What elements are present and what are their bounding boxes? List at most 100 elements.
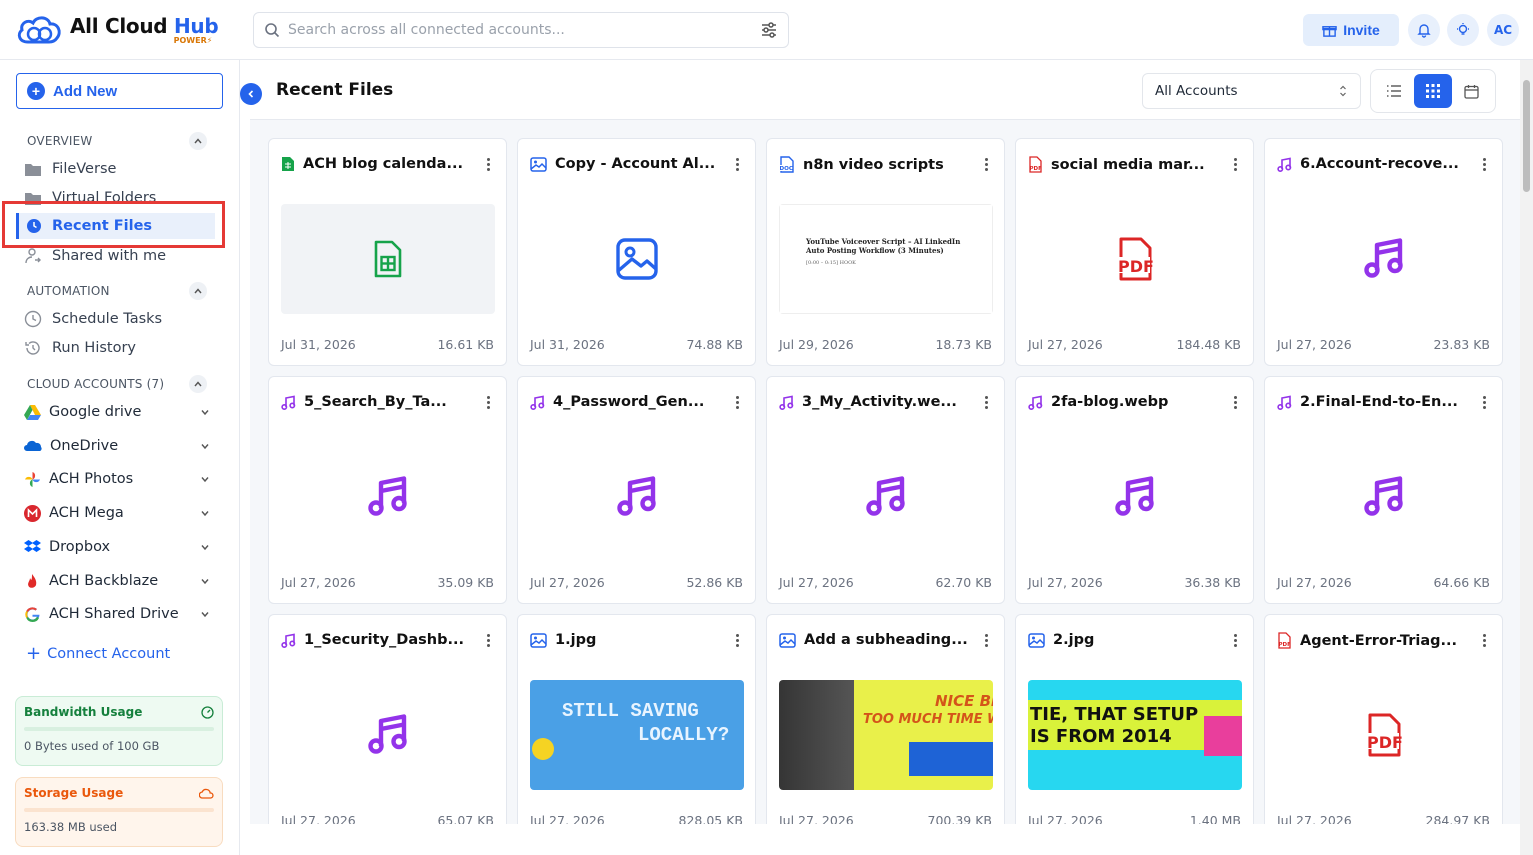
file-card[interactable]: 2.Final-End-to-En... Jul 27, 2026 64.66 KB [1264,376,1503,604]
file-name: 2.Final-End-to-En... [1300,394,1458,410]
file-card[interactable]: ACH blog calenda... Jul 31, 2026 16.61 KB [268,138,507,366]
file-card[interactable]: PDF social media mar... PDF Jul 27, 2026 184… [1015,138,1254,366]
file-name: 2fa-blog.webp [1051,394,1169,410]
file-card[interactable]: 1_Security_Dashb... Jul 27, 2026 65.07 KB [268,614,507,825]
bell-icon [1417,24,1431,38]
notifications-button[interactable] [1408,14,1440,46]
chevron-up-icon[interactable] [189,375,207,393]
more-options-icon[interactable] [729,395,745,409]
more-options-icon[interactable] [480,157,496,171]
chevron-up-icon[interactable] [189,132,207,150]
overview-section-header[interactable]: OVERVIEW [27,132,207,150]
chevron-down-icon[interactable] [200,441,210,451]
file-preview [281,204,495,314]
account-filter-select[interactable]: All Accounts [1142,73,1361,109]
account-ach-shared-drive[interactable]: ACH Shared Drive [24,601,210,627]
file-date: Jul 27, 2026 [779,575,854,590]
file-card[interactable]: Copy - Account Al... Jul 31, 2026 74.88 KB [517,138,756,366]
account-dropbox[interactable]: Dropbox [24,534,210,560]
more-options-icon[interactable] [480,395,496,409]
more-options-icon[interactable] [1227,395,1243,409]
file-card[interactable]: 1.jpg STILL SAVING LOCALLY? Jul 27, 2026 828… [517,614,756,825]
more-options-icon[interactable] [1476,395,1492,409]
more-options-icon[interactable] [1476,157,1492,171]
account-onedrive[interactable]: OneDrive [24,433,210,459]
account-ach-backblaze[interactable]: ACH Backblaze [24,568,210,594]
vertical-scrollbar[interactable] [1520,60,1533,855]
list-view-button[interactable] [1375,74,1413,108]
file-card[interactable]: 2.jpg TIE, THAT SETUP IS FROM 2014 Jul 27, … [1015,614,1254,825]
invite-button[interactable]: Invite [1303,14,1399,46]
more-options-icon[interactable] [480,633,496,647]
pdf-icon: PDF [1028,156,1043,173]
theme-toggle-button[interactable] [1447,14,1479,46]
spreadsheet-icon [281,156,295,172]
sidebar-item-label: FileVerse [52,161,117,177]
file-card[interactable]: Add a subheading... NICE BIO TOO MUCH TIME… [766,614,1005,825]
file-card[interactable]: 3_My_Activity.we... Jul 27, 2026 62.70 KB [766,376,1005,604]
chevron-down-icon[interactable] [200,576,210,586]
search-input[interactable] [288,22,760,38]
file-card[interactable]: 2fa-blog.webp Jul 27, 2026 36.38 KB [1015,376,1254,604]
more-options-icon[interactable] [978,633,994,647]
user-avatar[interactable]: AC [1487,14,1519,46]
connect-account-link[interactable]: + Connect Account [26,645,170,663]
more-options-icon[interactable] [978,395,994,409]
sidebar-item-fileverse[interactable]: FileVerse [24,156,214,182]
file-card[interactable]: DOC n8n video scripts YouTube Voiceover Sc… [766,138,1005,366]
automation-section-header[interactable]: AUTOMATION [27,282,207,300]
account-label: ACH Mega [49,505,124,521]
app-logo[interactable]: All Cloud Hub POWER⚡ [14,12,219,48]
file-card[interactable]: 5_Search_By_Ta... Jul 27, 2026 35.09 KB [268,376,507,604]
scrollbar-thumb[interactable] [1523,80,1530,192]
top-bar: All Cloud Hub POWER⚡ Invite [0,0,1533,60]
file-card[interactable]: PDF Agent-Error-Triag... PDF Jul 27, 2026 28… [1264,614,1503,825]
file-card[interactable]: 4_Password_Gen... Jul 27, 2026 52.86 KB [517,376,756,604]
more-options-icon[interactable] [1476,634,1492,647]
music-note-icon [1364,476,1404,518]
music-note-icon [779,395,794,410]
chevron-down-icon[interactable] [200,542,210,552]
file-card-footer: Jul 29, 2026 18.73 KB [779,337,992,352]
file-name: 2.jpg [1053,632,1095,648]
smiley-icon [532,738,554,760]
grid-view-button[interactable] [1413,74,1452,108]
more-options-icon[interactable] [1227,633,1243,647]
chevron-down-icon[interactable] [200,474,210,484]
account-ach-photos[interactable]: ACH Photos [24,466,210,492]
svg-text:PDF: PDF [1030,166,1043,172]
more-options-icon[interactable] [729,157,745,171]
grid-icon [1425,84,1440,98]
sidebar-item-run-history[interactable]: Run History [24,335,214,361]
invite-label: Invite [1343,22,1380,38]
sidebar-item-schedule-tasks[interactable]: Schedule Tasks [24,306,214,332]
account-google-drive[interactable]: Google drive [24,399,210,425]
more-options-icon[interactable] [1227,158,1243,171]
sidebar-item-shared-with-me[interactable]: Shared with me [24,243,214,269]
spreadsheet-icon [373,240,403,278]
chevron-up-icon[interactable] [189,282,207,300]
more-options-icon[interactable] [978,158,994,171]
filter-sliders-icon[interactable] [760,21,778,39]
connect-account-label: Connect Account [47,646,171,662]
add-new-button[interactable]: + Add New [16,73,223,109]
chevron-down-icon[interactable] [200,508,210,518]
global-search[interactable] [253,12,789,48]
file-preview: PDF [1277,680,1491,790]
calendar-view-button[interactable] [1453,74,1491,108]
sidebar-item-virtual-folders[interactable]: Virtual Folders [24,185,214,211]
more-options-icon[interactable] [729,633,745,647]
image-icon [779,632,796,648]
sidebar-item-label: Run History [52,340,136,356]
file-card-footer: Jul 27, 2026 36.38 KB [1028,575,1241,590]
account-ach-mega[interactable]: ACH Mega [24,500,210,526]
chevron-down-icon[interactable] [200,609,210,619]
chevron-down-icon[interactable] [200,407,210,417]
cloud-accounts-section-header[interactable]: CLOUD ACCOUNTS (7) [27,375,207,393]
file-card[interactable]: 6.Account-recove... Jul 27, 2026 23.83 KB [1264,138,1503,366]
sidebar-item-label: Recent Files [52,218,153,234]
file-name: 6.Account-recove... [1300,156,1459,172]
image-icon [615,237,659,281]
collapse-sidebar-button[interactable] [240,83,262,105]
sidebar-item-recent-files[interactable]: Recent Files [16,213,215,239]
